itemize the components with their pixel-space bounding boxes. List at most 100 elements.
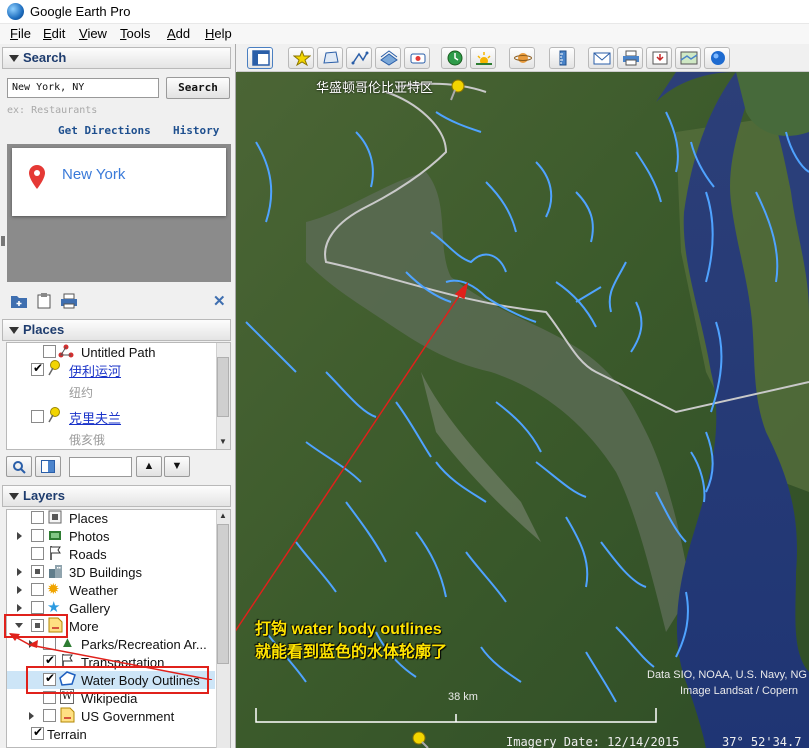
print-icon[interactable] xyxy=(60,293,78,309)
attribution-line1: Data SIO, NOAA, U.S. Navy, NG xyxy=(647,669,807,681)
folder-doc-icon xyxy=(60,707,75,723)
pushpin-icon xyxy=(48,360,60,376)
ruler-button[interactable] xyxy=(549,47,575,69)
weather-sun-icon: ✹ xyxy=(47,581,60,598)
layer-checkbox[interactable] xyxy=(31,547,44,560)
window-title: Google Earth Pro xyxy=(30,4,131,19)
search-input[interactable]: New York, NY xyxy=(7,78,159,98)
close-search-icon[interactable]: ✕ xyxy=(213,292,226,310)
layer-label[interactable]: Terrain xyxy=(47,727,87,742)
layers-panel-title: Layers xyxy=(23,488,65,503)
annotation-arrow-to-more xyxy=(9,633,213,680)
search-panel-header[interactable]: Search xyxy=(2,47,231,69)
move-up-button[interactable]: ▲ xyxy=(136,456,162,477)
switch-planet-button[interactable] xyxy=(509,47,535,69)
record-tour-icon xyxy=(410,53,426,64)
add-polygon-button[interactable] xyxy=(317,47,343,69)
layer-label[interactable]: Weather xyxy=(69,583,118,598)
add-placemark-button[interactable] xyxy=(288,47,314,69)
ruler-icon xyxy=(559,50,567,66)
search-button[interactable]: Search xyxy=(166,77,230,99)
path-tool-icon xyxy=(351,51,369,65)
places-item-checkbox[interactable] xyxy=(31,410,44,423)
collapse-triangle-icon[interactable] xyxy=(9,327,19,334)
scroll-up-arrow-icon[interactable]: ▲ xyxy=(219,511,227,520)
move-down-button[interactable]: ▼ xyxy=(164,456,190,477)
layer-label[interactable]: 3D Buildings xyxy=(69,565,142,580)
add-image-overlay-button[interactable] xyxy=(375,47,401,69)
expand-arrow-icon[interactable] xyxy=(29,712,34,720)
search-result-title[interactable]: New York xyxy=(62,166,125,183)
layer-label[interactable]: Places xyxy=(69,511,108,526)
polygon-icon xyxy=(323,51,339,64)
roads-layer-icon xyxy=(50,546,61,560)
folder-add-icon[interactable] xyxy=(10,293,28,309)
search-hint: ex: Restaurants xyxy=(7,105,98,116)
menu-edit[interactable]: Edit xyxy=(43,26,65,41)
expand-arrow-icon[interactable] xyxy=(17,586,22,594)
expand-arrow-icon[interactable] xyxy=(17,568,22,576)
google-earth-app-icon xyxy=(7,3,24,20)
menu-add[interactable]: Add xyxy=(167,26,190,41)
clipboard-icon[interactable] xyxy=(37,292,51,309)
layer-checkbox[interactable] xyxy=(31,529,44,542)
places-item-label[interactable]: Untitled Path xyxy=(81,345,155,360)
places-panel-title: Places xyxy=(23,322,65,337)
places-item-label[interactable]: 伊利运河 xyxy=(69,361,121,380)
menu-help[interactable]: Help xyxy=(205,26,232,41)
menu-view[interactable]: View xyxy=(79,26,107,41)
email-icon xyxy=(593,52,611,65)
places-item-checkbox[interactable] xyxy=(43,345,56,358)
pane-splitter-handle[interactable] xyxy=(1,236,5,246)
layer-checkbox[interactable] xyxy=(31,725,44,740)
pushpin-icon xyxy=(48,407,60,423)
print-button[interactable] xyxy=(617,47,643,69)
layers-panel-header[interactable]: Layers xyxy=(2,485,231,507)
layer-checkbox[interactable] xyxy=(31,511,44,524)
save-image-icon xyxy=(652,51,668,65)
sunlight-button[interactable] xyxy=(470,47,496,69)
sidebar-toggle-button[interactable] xyxy=(247,47,273,69)
menu-file[interactable]: File xyxy=(10,26,31,41)
layer-label[interactable]: Photos xyxy=(69,529,109,544)
scroll-down-arrow-icon[interactable]: ▼ xyxy=(219,437,227,446)
layer-checkbox[interactable] xyxy=(31,583,44,596)
get-directions-link[interactable]: Get Directions xyxy=(58,124,151,137)
collapse-triangle-icon[interactable] xyxy=(9,55,19,62)
layer-checkbox[interactable] xyxy=(43,709,56,722)
3d-buildings-icon xyxy=(49,565,62,578)
places-panel-header[interactable]: Places xyxy=(2,319,231,341)
magnifier-icon xyxy=(13,461,26,474)
places-item-checkbox[interactable] xyxy=(31,361,44,376)
printer-icon xyxy=(623,50,639,66)
photos-layer-icon xyxy=(49,531,61,540)
earth-gallery-button[interactable] xyxy=(704,47,730,69)
places-scrollbar-thumb[interactable] xyxy=(217,357,229,417)
annotation-text-line1: 打钩 water body outlines xyxy=(255,621,442,638)
image-overlay-icon xyxy=(380,50,398,66)
clock-icon xyxy=(447,50,463,66)
historical-imagery-button[interactable] xyxy=(441,47,467,69)
dc-placemark-label[interactable]: 华盛顿哥伦比亚特区 xyxy=(316,77,433,96)
earth-map-view[interactable]: 华盛顿哥伦比亚特区 打钩 water body outlines 就能看到蓝色的… xyxy=(236,72,809,748)
layer-checkbox[interactable] xyxy=(31,565,44,578)
record-tour-button[interactable] xyxy=(404,47,430,69)
split-view-icon xyxy=(41,460,55,473)
save-image-button[interactable] xyxy=(646,47,672,69)
collapse-triangle-icon[interactable] xyxy=(9,493,19,500)
places-filter-input[interactable] xyxy=(69,457,132,477)
expand-arrow-icon[interactable] xyxy=(17,532,22,540)
add-path-button[interactable] xyxy=(346,47,372,69)
places-item-label[interactable]: 克里夫兰 xyxy=(69,408,121,427)
layer-label[interactable]: US Government xyxy=(81,709,174,724)
toggle-panel-button[interactable] xyxy=(35,456,61,477)
places-search-button[interactable] xyxy=(6,456,32,477)
view-in-maps-button[interactable] xyxy=(675,47,701,69)
coordinates-readout: 37° 52'34.7 xyxy=(722,735,802,748)
history-link[interactable]: History xyxy=(173,124,219,137)
email-button[interactable] xyxy=(588,47,614,69)
scale-label: 38 km xyxy=(448,691,478,703)
menu-tools[interactable]: Tools xyxy=(120,26,150,41)
annotation-text-line2: 就能看到蓝色的水体轮廓了 xyxy=(255,644,448,661)
layer-label[interactable]: Roads xyxy=(69,547,107,562)
